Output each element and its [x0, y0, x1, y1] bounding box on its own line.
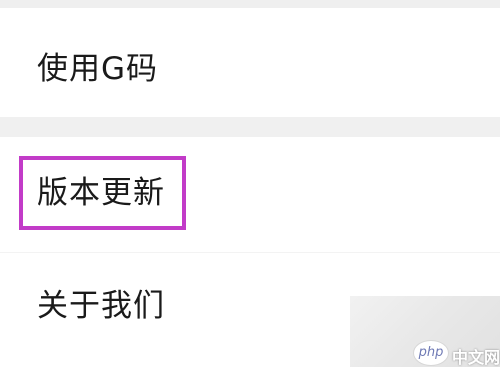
settings-item-label: 使用G码: [37, 51, 159, 87]
settings-item-use-g-code[interactable]: 使用G码: [0, 8, 500, 117]
settings-screen: 使用G码 版本更新 关于我们 php 中文网: [0, 0, 500, 367]
watermark-site-text: 中文网: [452, 348, 500, 367]
settings-item-version-update[interactable]: 版本更新: [0, 137, 500, 252]
section-separator: [0, 117, 500, 137]
settings-item-label: 版本更新: [37, 175, 165, 211]
php-logo-icon: php: [413, 340, 449, 366]
settings-item-label: 关于我们: [37, 288, 165, 324]
top-divider: [0, 0, 500, 8]
